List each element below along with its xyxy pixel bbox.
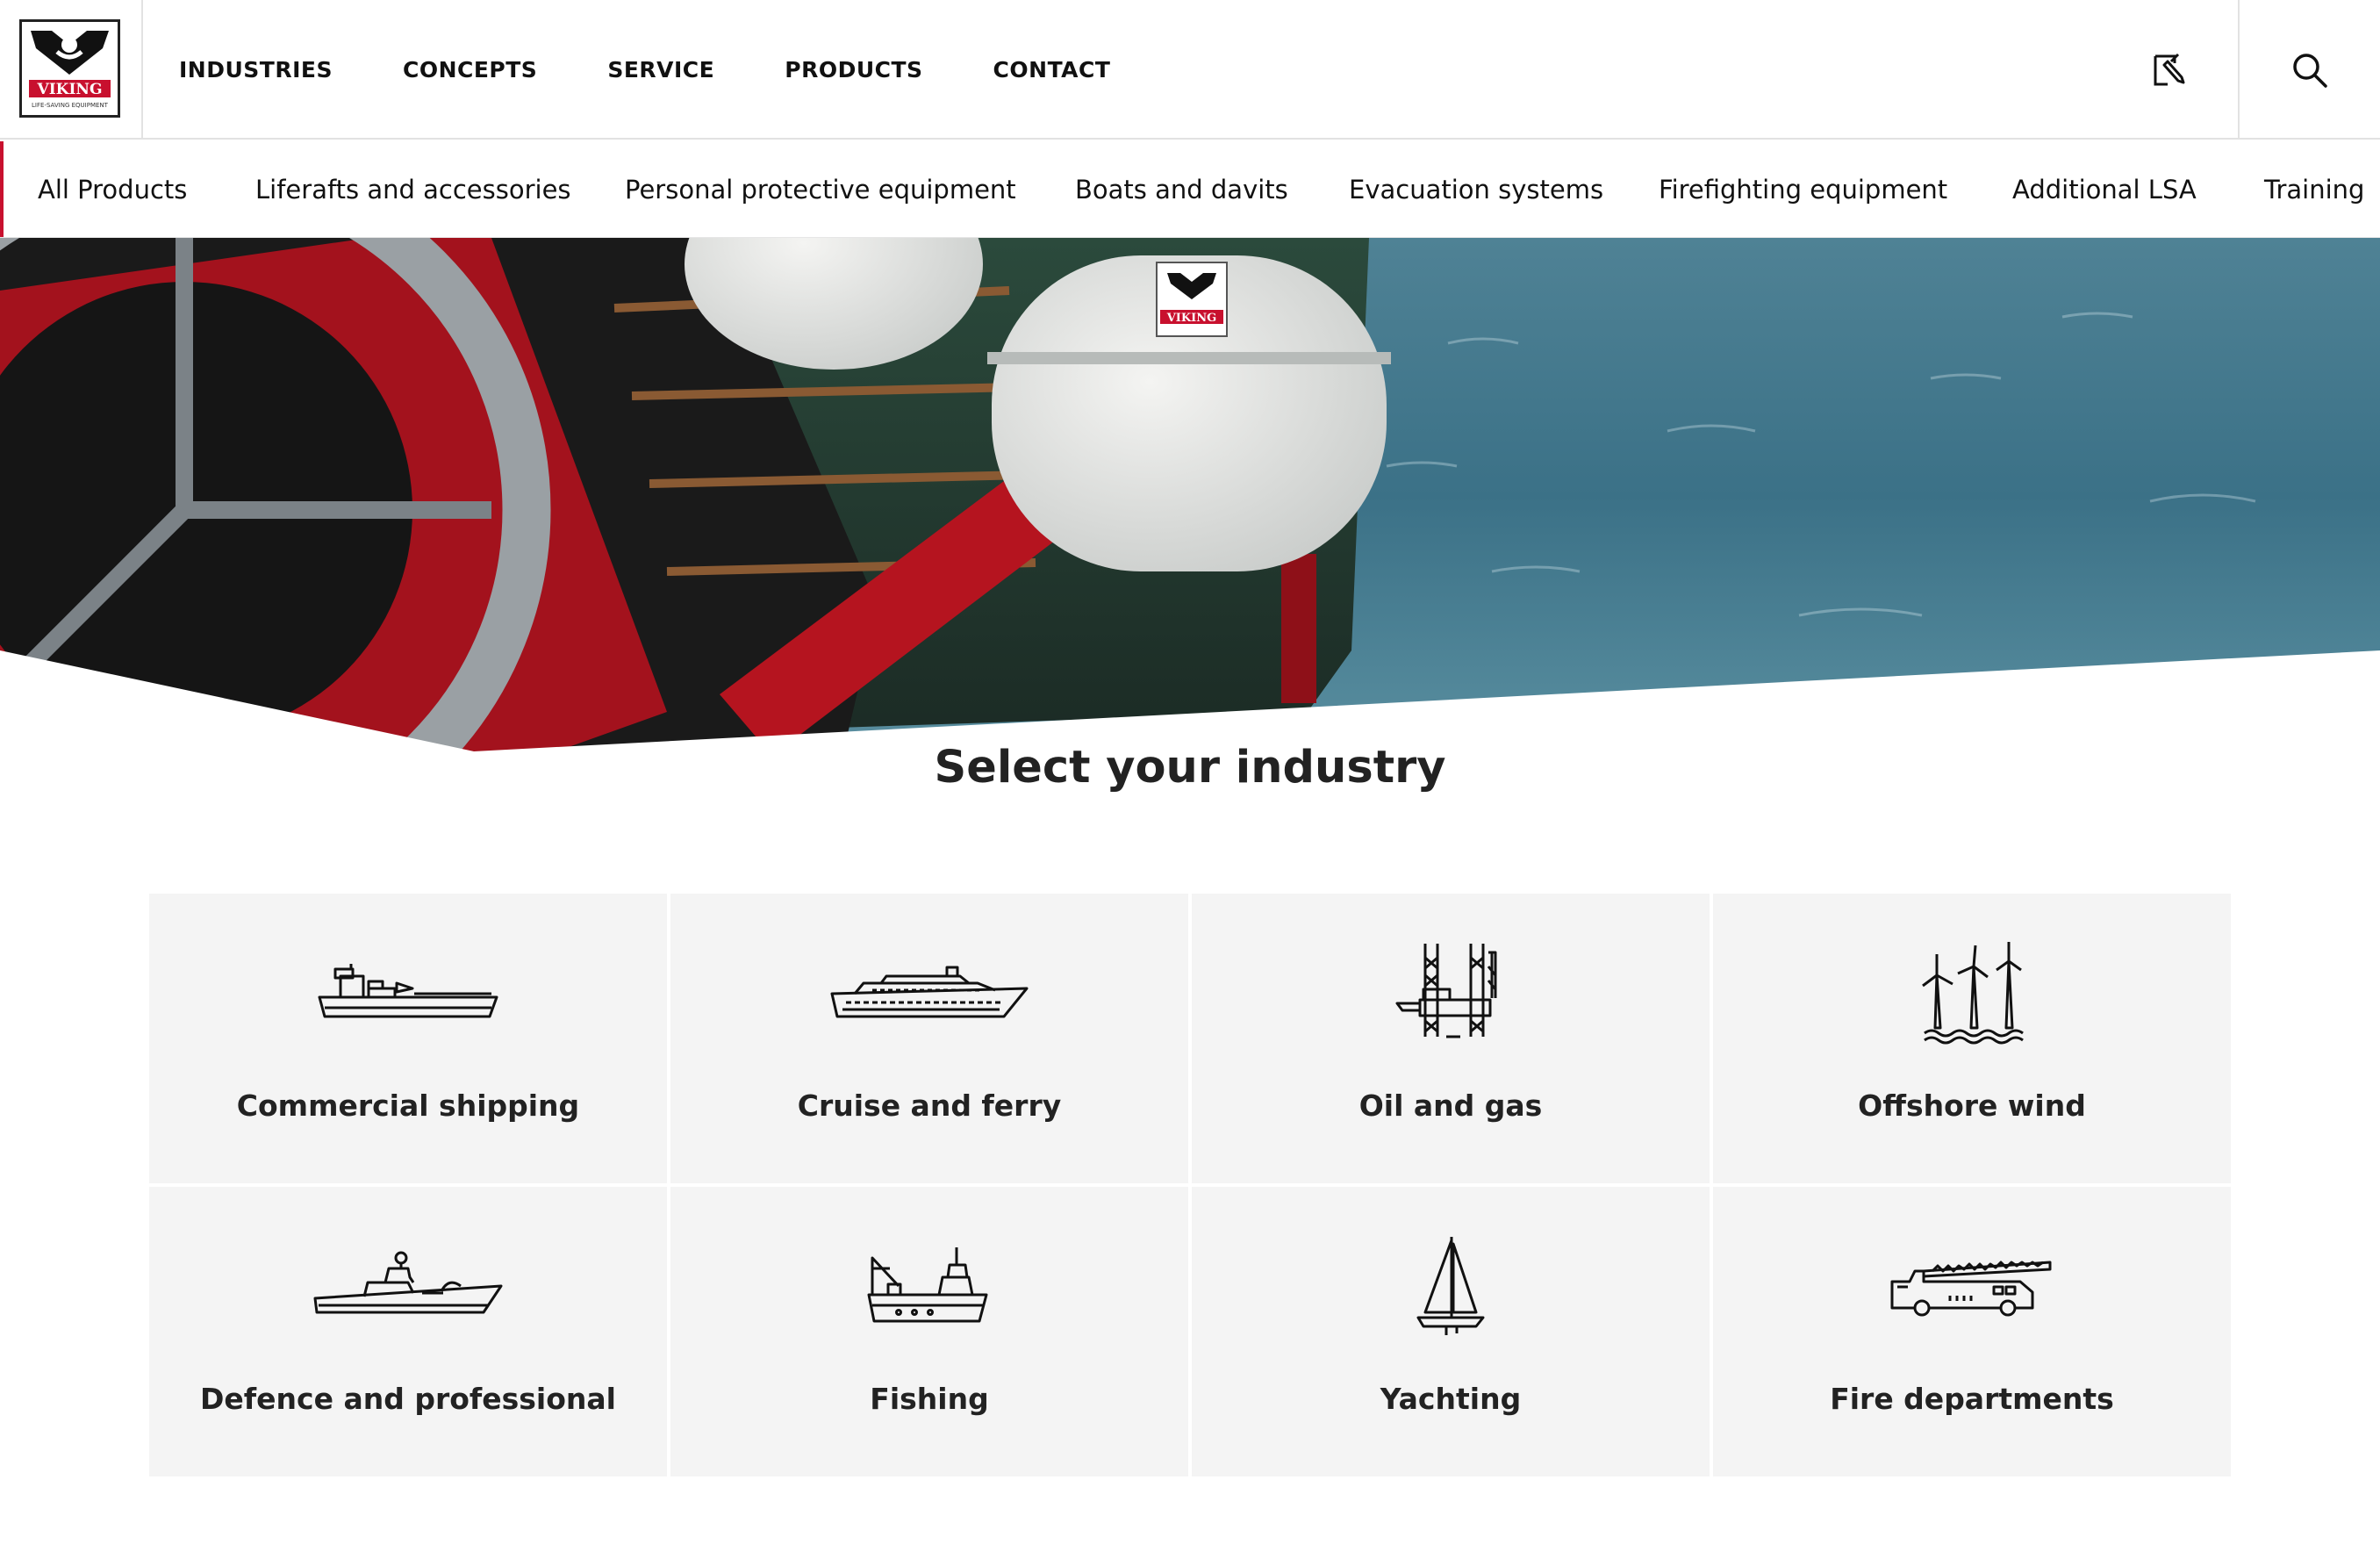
edit-button[interactable]	[2124, 0, 2212, 140]
industry-label: Yachting	[1380, 1382, 1522, 1416]
industry-label: Defence and professional	[200, 1382, 616, 1416]
industry-tile-commercial-shipping[interactable]: Commercial shipping	[149, 894, 667, 1183]
industry-tile-cruise-ferry[interactable]: Cruise and ferry	[670, 894, 1188, 1183]
industry-label: Cruise and ferry	[797, 1088, 1062, 1123]
oil-rig-icon	[1395, 944, 1497, 1038]
hero-image: VIKING	[0, 238, 2380, 756]
subnav-ppe[interactable]: Personal protective equipment	[625, 141, 1016, 237]
nav-service[interactable]: SERVICE	[607, 57, 714, 83]
nav-concepts[interactable]: CONCEPTS	[403, 57, 537, 83]
industry-label: Fishing	[870, 1382, 989, 1416]
industry-label: Commercial shipping	[236, 1088, 580, 1123]
nav-products[interactable]: PRODUCTS	[785, 57, 922, 83]
industry-label: Offshore wind	[1858, 1088, 2086, 1123]
sailboat-icon	[1416, 1237, 1485, 1335]
viking-logo: VIKING LIFE-SAVING EQUIPMENT	[19, 19, 120, 118]
industry-label: Oil and gas	[1358, 1088, 1543, 1123]
subnav-liferafts[interactable]: Liferafts and accessories	[255, 141, 571, 237]
cruise-ship-icon	[830, 966, 1029, 1018]
subnav-additional-lsa[interactable]: Additional LSA	[2012, 141, 2197, 237]
main-nav: INDUSTRIES CONCEPTS SERVICE PRODUCTS CON…	[179, 0, 1180, 140]
nav-industries[interactable]: INDUSTRIES	[179, 57, 333, 83]
svg-text:VIKING: VIKING	[1166, 312, 1217, 325]
industry-label: Fire departments	[1830, 1382, 2114, 1416]
subnav-training[interactable]: Training	[2264, 141, 2364, 237]
industry-tile-yachting[interactable]: Yachting	[1192, 1187, 1710, 1476]
fishing-boat-icon	[867, 1247, 988, 1323]
active-indicator	[0, 141, 4, 237]
industry-grid: Commercial shipping Cruise and ferry Oil…	[149, 894, 2231, 1476]
nav-contact[interactable]: CONTACT	[993, 57, 1111, 83]
edit-document-icon	[2154, 53, 2185, 85]
product-category-nav: All Products Liferafts and accessories P…	[0, 141, 2380, 238]
industry-tile-defence[interactable]: Defence and professional	[149, 1187, 667, 1476]
industry-tile-oil-gas[interactable]: Oil and gas	[1192, 894, 1710, 1183]
search-icon	[2293, 53, 2327, 88]
subnav-firefighting[interactable]: Firefighting equipment	[1659, 141, 1947, 237]
site-header: VIKING LIFE-SAVING EQUIPMENT INDUSTRIES …	[0, 0, 2380, 140]
svg-text:LIFE-SAVING EQUIPMENT: LIFE-SAVING EQUIPMENT	[32, 102, 109, 109]
naval-vessel-icon	[313, 1251, 503, 1314]
industry-tile-fishing[interactable]: Fishing	[670, 1187, 1188, 1476]
logo-link[interactable]: VIKING LIFE-SAVING EQUIPMENT	[0, 0, 143, 140]
subnav-boats-davits[interactable]: Boats and davits	[1075, 141, 1288, 237]
svg-text:VIKING: VIKING	[37, 81, 103, 98]
cargo-ship-icon	[318, 964, 498, 1018]
wind-turbine-icon	[1922, 942, 2024, 1045]
page-title: Select your industry	[934, 742, 1446, 794]
industry-tile-fire-departments[interactable]: Fire departments	[1713, 1187, 2231, 1476]
industry-tile-offshore-wind[interactable]: Offshore wind	[1713, 894, 2231, 1183]
fire-truck-icon	[1890, 1261, 2052, 1317]
subnav-all-products[interactable]: All Products	[38, 141, 187, 237]
search-button[interactable]	[2238, 0, 2380, 140]
subnav-evacuation[interactable]: Evacuation systems	[1349, 141, 1603, 237]
